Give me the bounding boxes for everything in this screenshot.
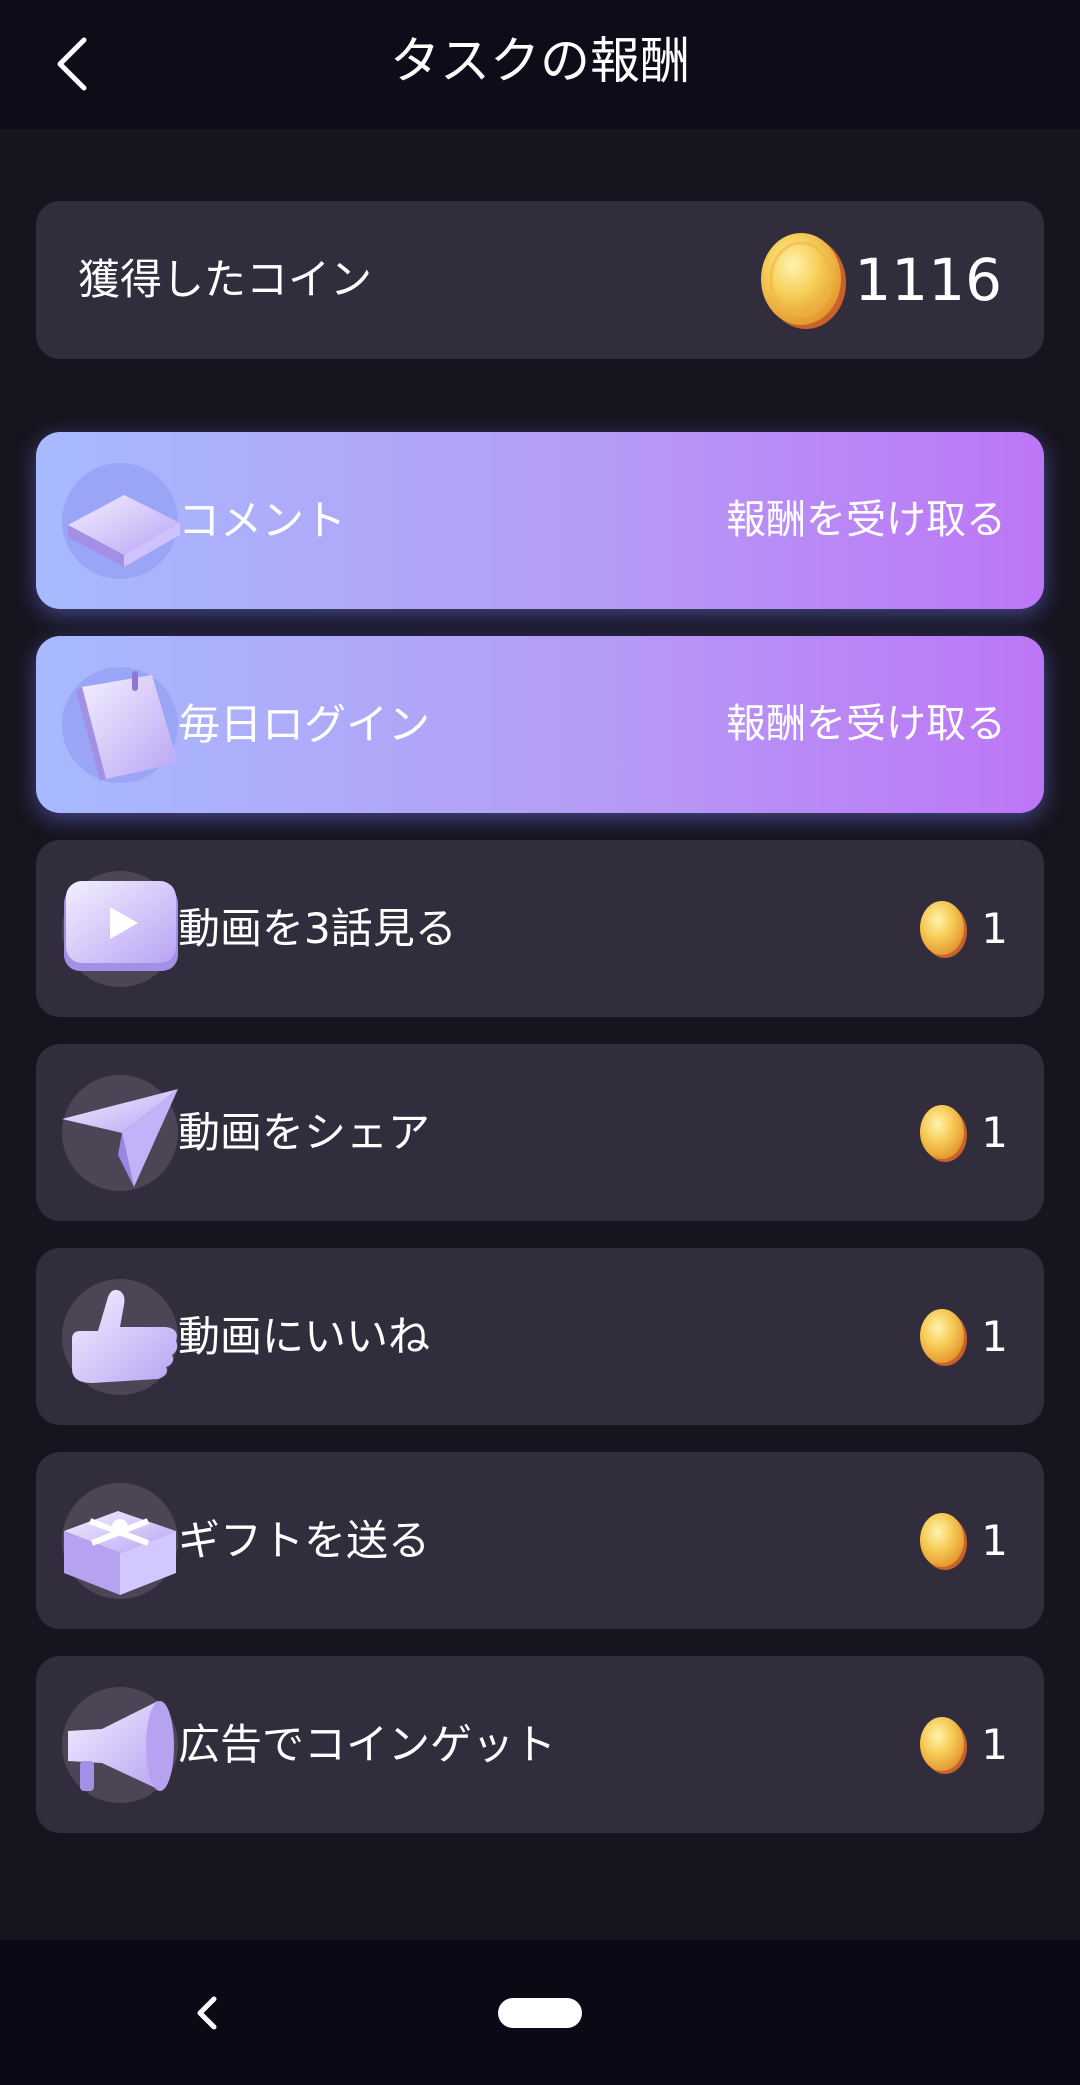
reward: 1 bbox=[917, 840, 1008, 1017]
task-watch-episodes[interactable]: 動画を3話見る 1 bbox=[36, 840, 1044, 1017]
task-label: 広告でコインゲット bbox=[178, 1720, 557, 1769]
task-label: 動画を3話見る bbox=[178, 904, 457, 953]
reward-value: 1 bbox=[981, 904, 1008, 953]
task-label: 動画をシェア bbox=[178, 1108, 431, 1157]
coin-icon bbox=[920, 1104, 968, 1162]
paper-plane-icon bbox=[62, 1075, 178, 1191]
calendar-icon bbox=[62, 667, 178, 783]
task-like-video[interactable]: 動画にいいね 1 bbox=[36, 1248, 1044, 1425]
coin-balance-card: 獲得したコイン 1116 bbox=[36, 201, 1044, 359]
coin-icon bbox=[920, 1716, 968, 1774]
claim-reward-button[interactable]: 報酬を受け取る bbox=[726, 636, 1006, 813]
gift-icon bbox=[62, 1483, 178, 1599]
coin-icon bbox=[761, 233, 846, 329]
app-header: タスクの報酬 bbox=[0, 0, 1080, 129]
task-label: 動画にいいね bbox=[178, 1312, 431, 1361]
reward-value: 1 bbox=[981, 1516, 1008, 1565]
thumbs-up-icon bbox=[62, 1279, 178, 1395]
nav-back-icon bbox=[197, 1996, 217, 2030]
task-send-gift[interactable]: ギフトを送る 1 bbox=[36, 1452, 1044, 1629]
task-ad-coins[interactable]: 広告でコインゲット 1 bbox=[36, 1656, 1044, 1833]
task-label: コメント bbox=[178, 496, 347, 545]
book-icon bbox=[62, 463, 180, 579]
reward: 1 bbox=[917, 1656, 1008, 1833]
task-label: ギフトを送る bbox=[178, 1516, 431, 1565]
coin-icon bbox=[920, 900, 968, 958]
reward-value: 1 bbox=[981, 1108, 1008, 1157]
home-pill-icon[interactable] bbox=[498, 1998, 582, 2028]
nav-back-button[interactable] bbox=[180, 1986, 234, 2040]
page-title: タスクの報酬 bbox=[390, 32, 690, 90]
reward: 1 bbox=[917, 1452, 1008, 1629]
task-share-video[interactable]: 動画をシェア 1 bbox=[36, 1044, 1044, 1221]
play-icon bbox=[62, 871, 178, 987]
balance-label: 獲得したコイン bbox=[78, 255, 373, 304]
reward: 1 bbox=[917, 1248, 1008, 1425]
task-label: 毎日ログイン bbox=[178, 700, 431, 749]
reward-value: 1 bbox=[981, 1720, 1008, 1769]
megaphone-icon bbox=[62, 1687, 178, 1803]
task-daily-login[interactable]: 毎日ログイン 報酬を受け取る bbox=[36, 636, 1044, 813]
coin-icon bbox=[920, 1308, 968, 1366]
reward-value: 1 bbox=[981, 1312, 1008, 1361]
claim-reward-button[interactable]: 報酬を受け取る bbox=[726, 432, 1006, 609]
task-comment[interactable]: コメント 報酬を受け取る bbox=[36, 432, 1044, 609]
reward: 1 bbox=[917, 1044, 1008, 1221]
balance-value: 1116 bbox=[854, 246, 1002, 314]
coin-icon bbox=[920, 1512, 968, 1570]
